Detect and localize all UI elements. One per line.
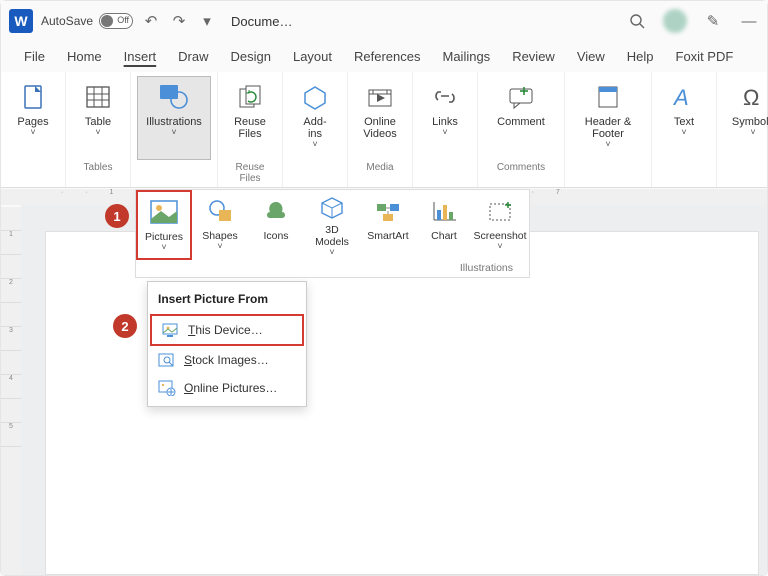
pictures-icon bbox=[147, 196, 181, 228]
tab-review[interactable]: Review bbox=[501, 41, 566, 72]
table-icon bbox=[81, 81, 115, 113]
group-media: Online Videos Media bbox=[348, 72, 413, 187]
icons-icon bbox=[259, 195, 293, 227]
video-icon bbox=[363, 81, 397, 113]
document-title[interactable]: Docume… bbox=[231, 14, 292, 29]
shapes-icon bbox=[203, 195, 237, 227]
shapes-button[interactable]: Shapes bbox=[192, 190, 248, 260]
word-logo-icon: W bbox=[9, 9, 33, 33]
group-comments: Comment Comments bbox=[478, 72, 565, 187]
header-footer-icon bbox=[591, 81, 625, 113]
illustrations-icon bbox=[157, 81, 191, 113]
insert-picture-header: Insert Picture From bbox=[148, 286, 306, 314]
redo-icon[interactable]: ↷ bbox=[169, 11, 189, 31]
cube-icon bbox=[315, 195, 349, 221]
icons-button[interactable]: Icons bbox=[248, 190, 304, 260]
chart-button[interactable]: Chart bbox=[416, 190, 472, 260]
reuse-files-icon bbox=[233, 81, 267, 113]
callout-1: 1 bbox=[105, 204, 129, 228]
group-symbols: Ω Symbols bbox=[717, 72, 768, 187]
3d-models-button[interactable]: 3D Models bbox=[304, 190, 360, 260]
smartart-button[interactable]: SmartArt bbox=[360, 190, 416, 260]
insert-picture-menu: Insert Picture From This Device… Stock I… bbox=[147, 281, 307, 407]
screenshot-button[interactable]: Screenshot bbox=[472, 190, 528, 260]
minimize-icon[interactable]: — bbox=[739, 11, 759, 31]
qat-overflow-icon[interactable]: ▾ bbox=[197, 11, 217, 31]
group-illustrations: Illustrations bbox=[131, 72, 218, 187]
group-headerfooter: Header & Footer bbox=[565, 72, 652, 187]
screenshot-icon bbox=[483, 195, 517, 227]
group-pages: Pages bbox=[1, 72, 66, 187]
ribbon-tabs: File Home Insert Draw Design Layout Refe… bbox=[1, 41, 767, 72]
text-icon: A bbox=[667, 81, 701, 113]
vertical-ruler[interactable]: 12345 bbox=[1, 207, 21, 575]
menu-stock-images[interactable]: Stock Images… bbox=[148, 346, 306, 374]
online-pictures-icon bbox=[158, 380, 176, 396]
pages-icon bbox=[16, 81, 50, 113]
svg-text:A: A bbox=[672, 85, 689, 110]
tab-draw[interactable]: Draw bbox=[167, 41, 219, 72]
omega-icon: Ω bbox=[736, 81, 768, 113]
group-reuse: Reuse Files Reuse Files bbox=[218, 72, 283, 187]
user-avatar[interactable] bbox=[663, 9, 687, 33]
pictures-button[interactable]: Pictures bbox=[136, 190, 192, 260]
appearance-icon[interactable]: ✎ bbox=[703, 11, 723, 31]
smartart-icon bbox=[371, 195, 405, 227]
tab-design[interactable]: Design bbox=[220, 41, 282, 72]
ribbon: Pages Table Tables Illustrations Reuse F… bbox=[1, 72, 767, 188]
titlebar: W AutoSave Off ↶ ↷ ▾ Docume… ✎ — bbox=[1, 1, 767, 41]
comment-button[interactable]: Comment bbox=[484, 76, 558, 160]
device-icon bbox=[162, 322, 180, 338]
tab-home[interactable]: Home bbox=[56, 41, 113, 72]
group-links: Links bbox=[413, 72, 478, 187]
tab-foxit[interactable]: Foxit PDF bbox=[665, 41, 745, 72]
addins-icon bbox=[298, 81, 332, 113]
illustrations-group-label: Illustrations bbox=[136, 260, 529, 277]
addins-button[interactable]: Add- ins bbox=[289, 76, 341, 160]
tab-layout[interactable]: Layout bbox=[282, 41, 343, 72]
menu-online-pictures[interactable]: Online Pictures… bbox=[148, 374, 306, 402]
tab-mailings[interactable]: Mailings bbox=[432, 41, 502, 72]
tab-references[interactable]: References bbox=[343, 41, 431, 72]
undo-icon[interactable]: ↶ bbox=[141, 11, 161, 31]
group-addins: Add- ins bbox=[283, 72, 348, 187]
stock-images-icon bbox=[158, 352, 176, 368]
tab-insert[interactable]: Insert bbox=[113, 41, 168, 72]
illustrations-button[interactable]: Illustrations bbox=[137, 76, 211, 160]
symbols-button[interactable]: Ω Symbols bbox=[723, 76, 768, 160]
svg-text:Ω: Ω bbox=[743, 85, 759, 110]
table-button[interactable]: Table bbox=[72, 76, 124, 160]
menu-this-device[interactable]: This Device… bbox=[150, 314, 304, 346]
tab-help[interactable]: Help bbox=[616, 41, 665, 72]
search-icon[interactable] bbox=[627, 11, 647, 31]
header-footer-button[interactable]: Header & Footer bbox=[571, 76, 645, 160]
reuse-files-button[interactable]: Reuse Files bbox=[224, 76, 276, 160]
tab-view[interactable]: View bbox=[566, 41, 616, 72]
links-button[interactable]: Links bbox=[419, 76, 471, 160]
autosave-label: AutoSave bbox=[41, 14, 93, 28]
callout-2: 2 bbox=[113, 314, 137, 338]
comment-icon bbox=[504, 81, 538, 113]
chart-icon bbox=[427, 195, 461, 227]
text-button[interactable]: A Text bbox=[658, 76, 710, 160]
tab-file[interactable]: File bbox=[13, 41, 56, 72]
autosave[interactable]: AutoSave Off bbox=[41, 13, 133, 29]
autosave-toggle[interactable]: Off bbox=[99, 13, 133, 29]
pages-button[interactable]: Pages bbox=[7, 76, 59, 160]
group-text: A Text bbox=[652, 72, 717, 187]
online-videos-button[interactable]: Online Videos bbox=[354, 76, 406, 160]
link-icon bbox=[428, 81, 462, 113]
group-tables: Table Tables bbox=[66, 72, 131, 187]
illustrations-gallery: Pictures Shapes Icons 3D Models SmartArt… bbox=[135, 189, 530, 278]
